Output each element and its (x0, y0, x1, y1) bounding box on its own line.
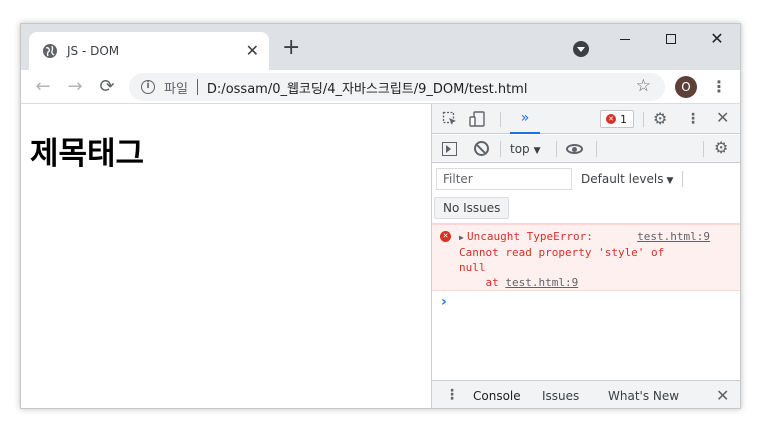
stack-frame-link[interactable]: test.html:9 (505, 276, 578, 289)
bookmark-star-icon[interactable]: ☆ (636, 76, 651, 96)
reload-button[interactable]: ⟳ (95, 75, 119, 99)
drawer-close-icon[interactable]: ✕ (716, 386, 729, 405)
globe-icon (42, 43, 58, 59)
address-bar[interactable]: i 파일 D:/ossam/0_웹코딩/4_자바스크립트/9_DOM/test.… (129, 73, 665, 101)
devtools-main-toolbar: » ✕ 1 ⚙ ⋮ ✕ (432, 104, 740, 134)
console-settings-gear-icon[interactable]: ⚙ (714, 140, 728, 156)
console-toolbar: top ▼ ⚙ (432, 135, 740, 163)
expand-triangle-icon[interactable]: ▶ (459, 230, 467, 245)
context-value: top (510, 142, 530, 156)
drawer-tab-whats-new[interactable]: What's New (608, 389, 679, 403)
devtools-menu-icon[interactable]: ⋮ (686, 111, 700, 127)
live-expression-eye-icon[interactable] (566, 144, 583, 154)
error-source-link[interactable]: test.html:9 (637, 229, 710, 244)
error-circle-icon: ✕ (606, 114, 616, 124)
toolbar-divider (500, 141, 501, 157)
back-button[interactable]: ← (31, 75, 55, 99)
error-head: Uncaught TypeError: (467, 230, 593, 243)
forward-button[interactable]: → (63, 75, 87, 99)
address-separator (196, 79, 198, 95)
toolbar-divider (643, 112, 644, 127)
inspect-element-icon[interactable] (442, 111, 458, 127)
stack-prefix: at (459, 276, 506, 289)
devtools-drawer: ⋮ Console Issues What's New ✕ (432, 380, 740, 409)
toolbar-divider (556, 141, 557, 157)
error-detail-cont: null (459, 261, 486, 274)
console-messages: ✕ ▶ Uncaught TypeError: Cannot read prope… (432, 224, 740, 380)
error-count-badge[interactable]: ✕ 1 (600, 110, 634, 128)
device-toolbar-icon[interactable] (469, 111, 487, 127)
error-icon: ✕ (440, 231, 451, 242)
log-levels-label: Default levels (581, 172, 664, 186)
tab-search-icon[interactable] (573, 41, 589, 57)
toolbar-divider (500, 112, 501, 127)
issues-button[interactable]: No Issues (434, 197, 510, 219)
page-heading: 제목태그 (30, 136, 145, 172)
address-url[interactable]: D:/ossam/0_웹코딩/4_자바스크립트/9_DOM/test.html (207, 78, 528, 97)
more-panels-button[interactable]: » (510, 108, 540, 134)
console-error-message[interactable]: ✕ ▶ Uncaught TypeError: Cannot read prope… (432, 224, 740, 291)
page-viewport: 제목태그 (21, 104, 431, 408)
browser-window: JS - DOM ✕ + ✕ ← → ⟳ i 파일 D:/ossam/0_웹코딩… (20, 23, 741, 409)
console-filter-bar: Default levels▼ (432, 164, 740, 194)
maximize-button[interactable] (648, 28, 694, 50)
active-tab-indicator (463, 408, 531, 409)
issues-bar: No Issues (432, 194, 740, 224)
clear-console-icon[interactable] (474, 141, 489, 156)
devtools-panel: » ✕ 1 ⚙ ⋮ ✕ top▼ ⚙ Default levels▼ (431, 104, 740, 409)
console-sidebar-icon[interactable] (442, 142, 457, 156)
filter-input[interactable] (436, 168, 572, 190)
drawer-menu-icon[interactable]: ⋮ (445, 387, 459, 403)
error-detail: Cannot read property 'style' of (459, 246, 665, 259)
window-close-button[interactable]: ✕ (694, 28, 740, 50)
browser-menu-icon[interactable]: ⋮ (711, 76, 727, 98)
error-count: 1 (620, 112, 627, 126)
tab-strip: JS - DOM ✕ + ✕ (21, 24, 740, 70)
toolbar-divider (682, 171, 683, 187)
chevron-down-icon: ▼ (533, 146, 541, 156)
console-prompt[interactable]: › (441, 294, 447, 310)
browser-tab[interactable]: JS - DOM ✕ (29, 32, 269, 70)
tab-close-icon[interactable]: ✕ (246, 42, 259, 60)
toolbar-divider (596, 141, 597, 157)
drawer-tab-console[interactable]: Console (473, 389, 521, 403)
profile-avatar[interactable]: O (675, 76, 697, 98)
toolbar-divider (703, 141, 704, 157)
devtools-close-icon[interactable]: ✕ (716, 110, 729, 126)
context-selector[interactable]: top ▼ (510, 140, 541, 160)
address-scheme-label: 파일 (164, 81, 188, 97)
browser-toolbar: ← → ⟳ i 파일 D:/ossam/0_웹코딩/4_자바스크립트/9_DOM… (21, 70, 740, 104)
site-info-icon[interactable]: i (141, 80, 155, 94)
minimize-button[interactable] (602, 28, 648, 50)
new-tab-button[interactable]: + (282, 37, 300, 59)
chevron-down-icon: ▼ (666, 176, 674, 186)
log-levels-dropdown[interactable]: Default levels ▼ (581, 172, 673, 186)
tab-title: JS - DOM (67, 44, 120, 58)
drawer-tab-issues[interactable]: Issues (542, 389, 579, 403)
settings-gear-icon[interactable]: ⚙ (653, 111, 667, 127)
